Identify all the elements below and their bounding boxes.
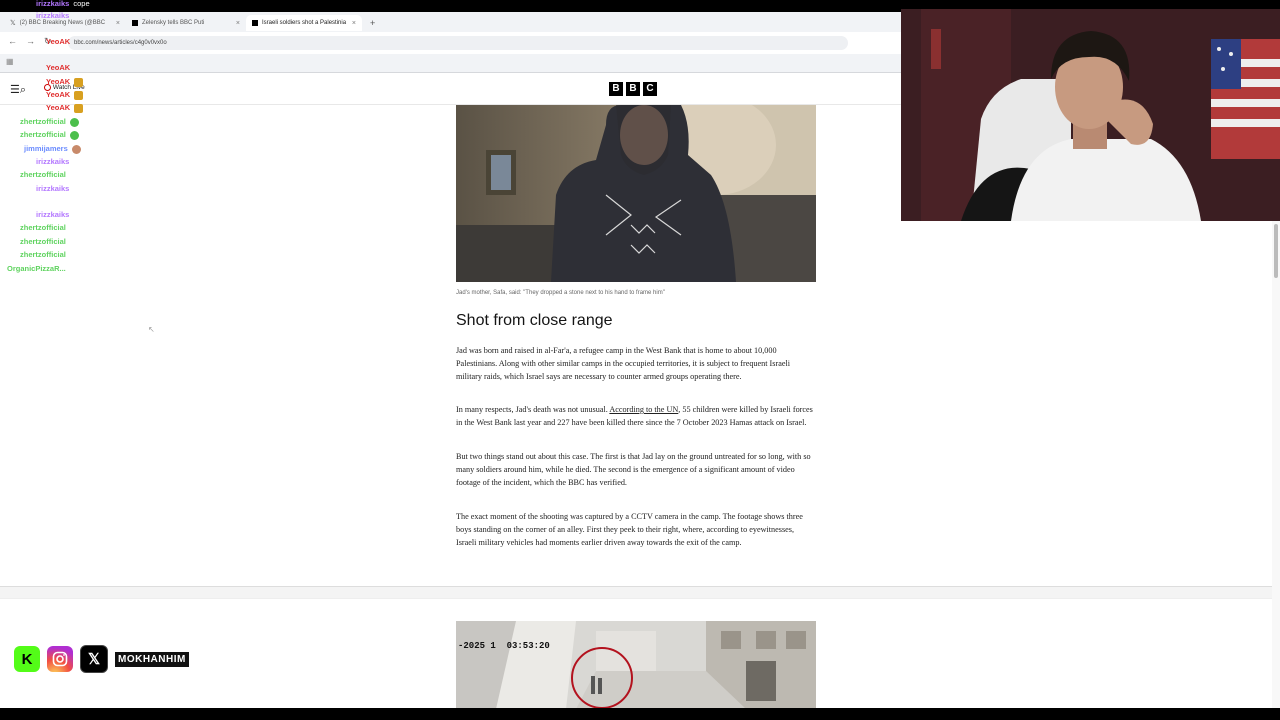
cctv-timestamp: -2025 1 03:53:20 [458,641,550,651]
chat-message: zhertzofficial [20,250,66,259]
tab-israeli-soldiers[interactable]: Israeli soldiers shot a Palestinia × [246,15,362,31]
chat-username: YeoAK [46,77,71,86]
emote-icon [74,103,84,113]
article-photo-mother [456,105,816,282]
bottom-black-strip [0,708,1280,720]
chat-message: jimmijamers [24,144,81,154]
bbc-logo-letter: B [609,82,623,96]
article-paragraph: The exact moment of the shooting was cap… [456,512,803,547]
chat-username: zhertzofficial [20,170,66,179]
tab-zelensky[interactable]: Zelensky tells BBC Puti × [126,15,246,31]
social-handle: MOKHANHIM [115,651,189,667]
chat-username: irizzkaiks [36,0,70,8]
menu-search-icon[interactable]: ☰⌕ [10,83,26,97]
emote-icon [74,77,84,87]
emote-icon [69,130,79,140]
tab-label: (2) BBC Breaking News (@BBC [19,20,106,26]
close-tab-icon[interactable]: × [352,20,356,27]
tab-bar: 𝕏 (2) BBC Breaking News (@BBC × Zelensky… [0,12,901,32]
close-tab-icon[interactable]: × [116,20,120,27]
emote-icon [69,117,79,127]
tab-label: Israeli soldiers shot a Palestinia [262,20,347,26]
chat-message: YeoAK [46,37,70,46]
new-tab-button[interactable]: + [364,15,378,31]
chat-message: YeoAK [46,103,84,113]
chat-message: irizzkaiks [36,184,69,193]
back-icon[interactable]: ← [8,36,17,46]
article-paragraph: Jad was born and raised in al-Far'a, a r… [456,346,791,381]
chat-username: zhertzofficial [20,117,66,126]
chat-message: irizzkaiks [36,11,69,20]
photo-caption: Jad's mother, Safa, said: "They dropped … [456,290,665,296]
chat-message: YeoAK [46,77,84,87]
chat-username: YeoAK [46,103,71,112]
page-scrollbar[interactable] [1272,221,1280,708]
emote-icon [74,90,84,100]
chat-message: zhertzofficial [20,117,79,127]
chat-username: YeoAK [46,63,71,72]
address-bar-row: ← → ↻ bbc.com/news/articles/c4g0v0vx0o [0,32,901,54]
section-divider [0,586,1272,599]
url-field[interactable]: bbc.com/news/articles/c4g0v0vx0o [68,36,848,50]
chat-message: irizzkaiks cope [36,0,90,8]
chat-message: YeoAK [46,90,84,100]
chat-message: YeoAK [46,63,70,72]
chat-username: irizzkaiks [36,11,70,20]
x-logo-icon: 𝕏 [10,20,16,27]
chat-message: zhertzofficial [20,170,66,179]
bookmarks-bar: ▦ [0,54,901,72]
chat-username: irizzkaiks [36,157,70,166]
browser-window-chrome: 𝕏 (2) BBC Breaking News (@BBC × Zelensky… [0,12,901,73]
article-paragraph: But two things stand out about this case… [456,452,811,487]
bbc-favicon-icon [252,20,258,26]
chat-username: irizzkaiks [36,210,70,219]
forward-icon[interactable]: → [26,36,35,46]
social-handles-overlay: K 𝕏 MOKHANHIM [14,645,189,673]
streamer-webcam [901,9,1280,221]
bbc-logo-letter: B [626,82,640,96]
chat-username: irizzkaiks [36,184,70,193]
chat-username: zhertzofficial [20,250,66,259]
chat-message: irizzkaiks [36,157,69,166]
tab-label: Zelensky tells BBC Puti [142,20,205,26]
chat-username: YeoAK [46,37,71,46]
instagram-icon [47,646,73,672]
chat-message: irizzkaiks [36,210,69,219]
chat-message: zhertzofficial [20,223,66,232]
apps-grid-icon[interactable]: ▦ [6,57,14,66]
chat-username: YeoAK [46,90,71,99]
chat-username: jimmijamers [24,144,68,153]
mouse-cursor-icon: ↖ [148,325,155,334]
emote-icon [71,144,81,154]
close-tab-icon[interactable]: × [236,20,240,27]
chat-message: OrganicPizzaR... [7,264,66,273]
chat-text: cope [73,0,90,8]
section-heading: Shot from close range [456,312,613,329]
cctv-footage-image: -2025 1 03:53:20 [456,621,816,709]
bbc-favicon-icon [132,20,138,26]
scrollbar-thumb[interactable] [1274,224,1278,278]
paragraph-text: In many respects, Jad's death was not un… [456,405,610,414]
x-icon: 𝕏 [80,645,108,673]
chat-message: zhertzofficial [20,237,66,246]
chat-username: zhertzofficial [20,223,66,232]
chat-message: zhertzofficial [20,130,79,140]
chat-username: zhertzofficial [20,130,66,139]
chat-username: zhertzofficial [20,237,66,246]
kick-icon: K [14,646,40,672]
bbc-logo-letter: C [643,82,657,96]
un-source-link[interactable]: According to the UN [609,405,678,414]
bbc-logo[interactable]: B B C [609,82,657,96]
article-paragraph: In many respects, Jad's death was not un… [456,403,816,429]
chat-username: OrganicPizzaR... [7,264,66,273]
